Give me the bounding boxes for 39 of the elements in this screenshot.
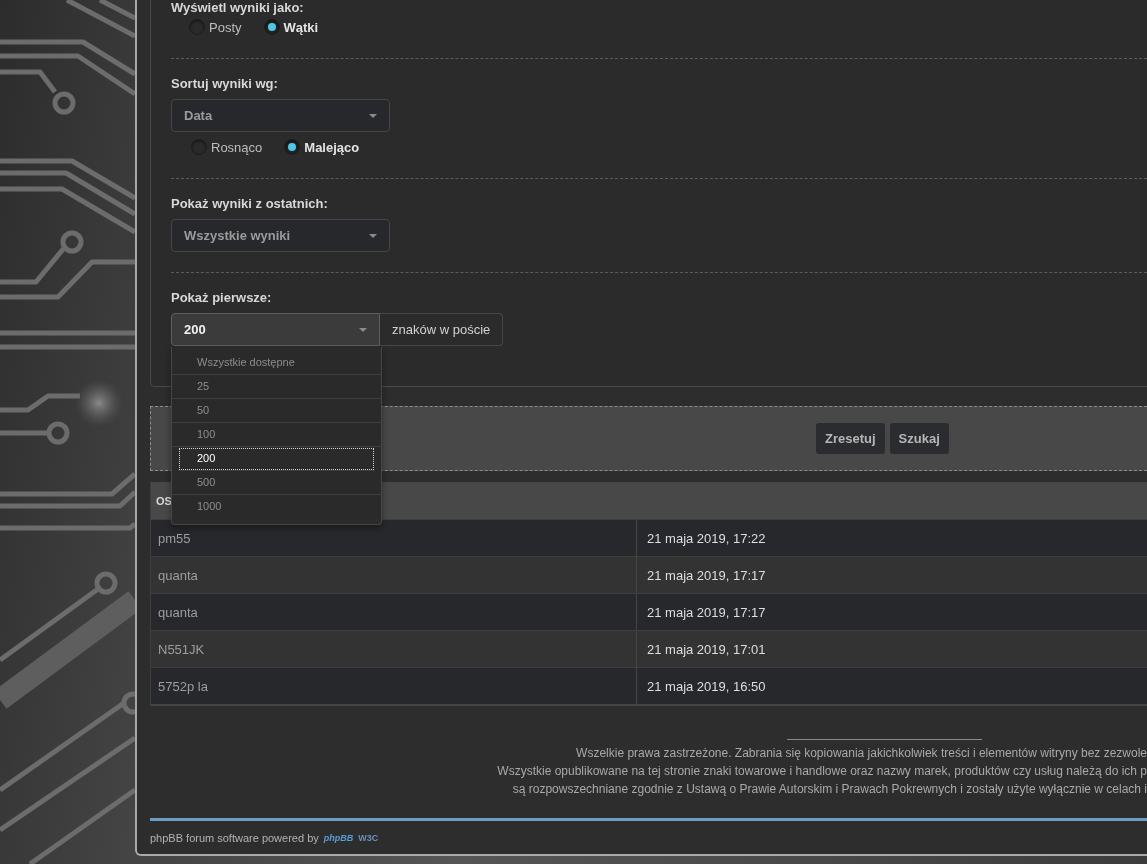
- radio-label[interactable]: Malejąco: [304, 139, 360, 155]
- field-label: Pokaż pierwsze:: [171, 290, 273, 306]
- table-cell-text: 21 maja 2019, 17:17: [646, 603, 766, 622]
- caret-down-icon: [369, 233, 377, 238]
- dropdown-option[interactable]: 200: [178, 447, 375, 471]
- table-cell-text: 21 maja 2019, 16:50: [646, 677, 766, 696]
- dropdown-option[interactable]: 1000: [172, 495, 381, 519]
- radio-button[interactable]: [263, 19, 280, 35]
- dropdown-option[interactable]: 500: [172, 471, 381, 495]
- copyright-line: Wszelkie prawa zastrzeżone. Zabrania się kopiowania jakichkolwiek treści i elementów witryny bez zezwole: [576, 745, 1147, 762]
- field-label: Wyświetl wyniki jako:: [171, 0, 305, 16]
- dropdown-select[interactable]: Wszystkie wyniki: [171, 219, 390, 252]
- unit-addon: znaków w poście: [380, 313, 504, 346]
- radio-label[interactable]: Rosnąco: [211, 139, 263, 155]
- radio-label[interactable]: Wątki: [283, 19, 319, 35]
- dropdown-option[interactable]: 25: [172, 375, 381, 399]
- table-cell-text: 21 maja 2019, 17:22: [646, 529, 766, 548]
- logo-wordmark[interactable]: W3C: [358, 833, 379, 843]
- field-label: Sortuj wyniki wg:: [171, 76, 279, 92]
- dropdown-option[interactable]: Wszystkie dostępne: [172, 351, 381, 375]
- copyright-line: Wszystkie opublikowane na tej stronie znaki towarowe i handlowe oraz nazwy marek, produktów czy usług należą do ich p: [497, 763, 1147, 780]
- table-cell: 5752p la: [151, 668, 637, 704]
- column-header: OS: [156, 494, 172, 507]
- radio-button[interactable]: [284, 139, 301, 155]
- radio-label[interactable]: Posty: [209, 19, 242, 35]
- powered-by-text: phpBB forum software powered by: [150, 831, 319, 846]
- dropdown-select[interactable]: 200: [171, 313, 380, 346]
- search-button[interactable]: Szukaj: [889, 423, 949, 454]
- field-label: Pokaż wyniki z ostatnich:: [171, 196, 329, 212]
- dropdown-select[interactable]: Data: [171, 99, 390, 132]
- caret-down-icon: [369, 113, 377, 118]
- logo-wordmark[interactable]: phpBB: [323, 833, 354, 843]
- copyright-line: są rozpowszechniane zgodnie z Ustawą o Prawie Autorskim i Prawach Pokrewnych i zostały użyte wyłącznie w celach i: [512, 781, 1147, 798]
- table-cell-text: 21 maja 2019, 17:17: [646, 566, 766, 585]
- dropdown-option[interactable]: 100: [172, 423, 381, 447]
- caret-down-icon: [359, 327, 367, 332]
- dropdown-option[interactable]: 50: [172, 399, 381, 423]
- table-cell-text: 21 maja 2019, 17:01: [646, 640, 766, 659]
- reset-button[interactable]: Zresetuj: [816, 423, 885, 454]
